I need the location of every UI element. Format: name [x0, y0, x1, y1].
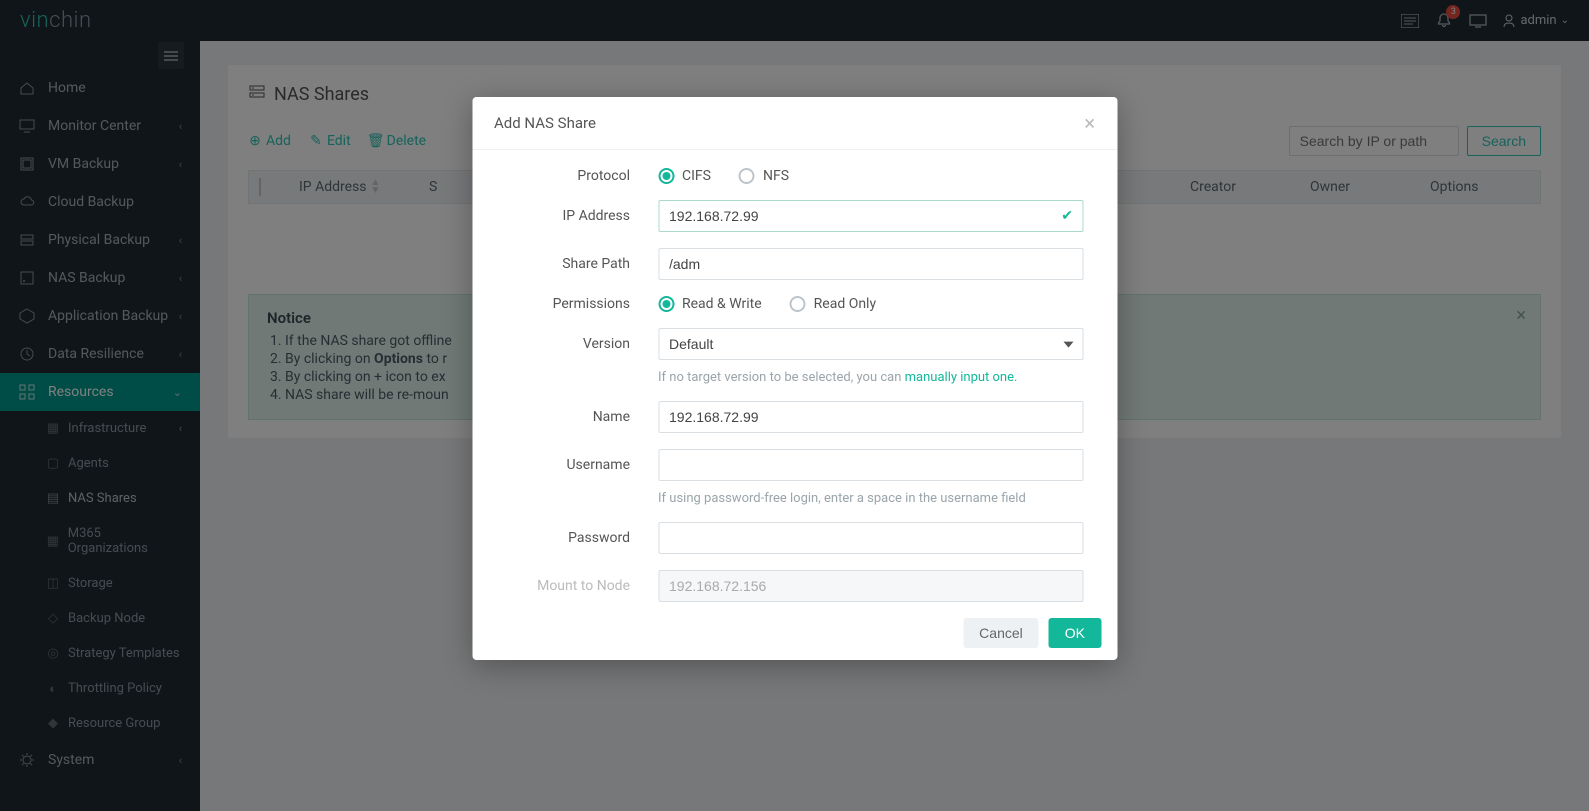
modal-body: Protocol CIFS NFS IP Address ✔ Share Pat… [472, 150, 1117, 606]
version-select[interactable]: Default [658, 328, 1083, 360]
row-version: Version Default [506, 328, 1083, 360]
username-input[interactable] [658, 449, 1083, 481]
password-input[interactable] [658, 522, 1083, 554]
modal-title: Add NAS Share [494, 114, 596, 132]
label-password: Password [506, 530, 658, 546]
radio-nfs[interactable]: NFS [739, 168, 789, 184]
radio-rw[interactable]: Read & Write [658, 296, 762, 312]
version-hint: If no target version to be selected, you… [658, 370, 1083, 385]
row-share-path: Share Path [506, 248, 1083, 280]
label-name: Name [506, 409, 658, 425]
radio-label: Read & Write [682, 296, 762, 312]
ip-address-input[interactable] [658, 200, 1083, 232]
label-ip: IP Address [506, 208, 658, 224]
mount-node-input [658, 570, 1083, 602]
label-version: Version [506, 336, 658, 352]
row-mount: Mount to Node [506, 570, 1083, 602]
row-username: Username [506, 449, 1083, 481]
row-permissions: Permissions Read & Write Read Only [506, 296, 1083, 312]
manual-input-link[interactable]: manually input one. [905, 370, 1018, 385]
modal-footer: Cancel OK [472, 606, 1117, 660]
label-mount: Mount to Node [506, 578, 658, 594]
label-username: Username [506, 457, 658, 473]
cancel-button[interactable]: Cancel [963, 618, 1039, 648]
ok-button[interactable]: OK [1049, 618, 1101, 648]
close-icon[interactable]: × [1084, 113, 1095, 133]
row-version-hint: If no target version to be selected, you… [506, 364, 1083, 385]
label-permissions: Permissions [506, 296, 658, 312]
modal-header: Add NAS Share × [472, 97, 1117, 150]
row-protocol: Protocol CIFS NFS [506, 168, 1083, 184]
check-icon: ✔ [1061, 208, 1073, 224]
row-name: Name [506, 401, 1083, 433]
username-hint: If using password-free login, enter a sp… [658, 491, 1083, 506]
share-path-input[interactable] [658, 248, 1083, 280]
name-input[interactable] [658, 401, 1083, 433]
radio-ro[interactable]: Read Only [790, 296, 876, 312]
radio-label: NFS [763, 168, 789, 184]
radio-cifs[interactable]: CIFS [658, 168, 711, 184]
radio-label: CIFS [682, 168, 711, 184]
row-ip: IP Address ✔ [506, 200, 1083, 232]
label-share-path: Share Path [506, 256, 658, 272]
row-username-hint: If using password-free login, enter a sp… [506, 485, 1083, 506]
modal-add-nas-share: Add NAS Share × Protocol CIFS NFS IP Add… [472, 97, 1117, 660]
radio-label: Read Only [814, 296, 876, 312]
label-protocol: Protocol [506, 168, 658, 184]
row-password: Password [506, 522, 1083, 554]
